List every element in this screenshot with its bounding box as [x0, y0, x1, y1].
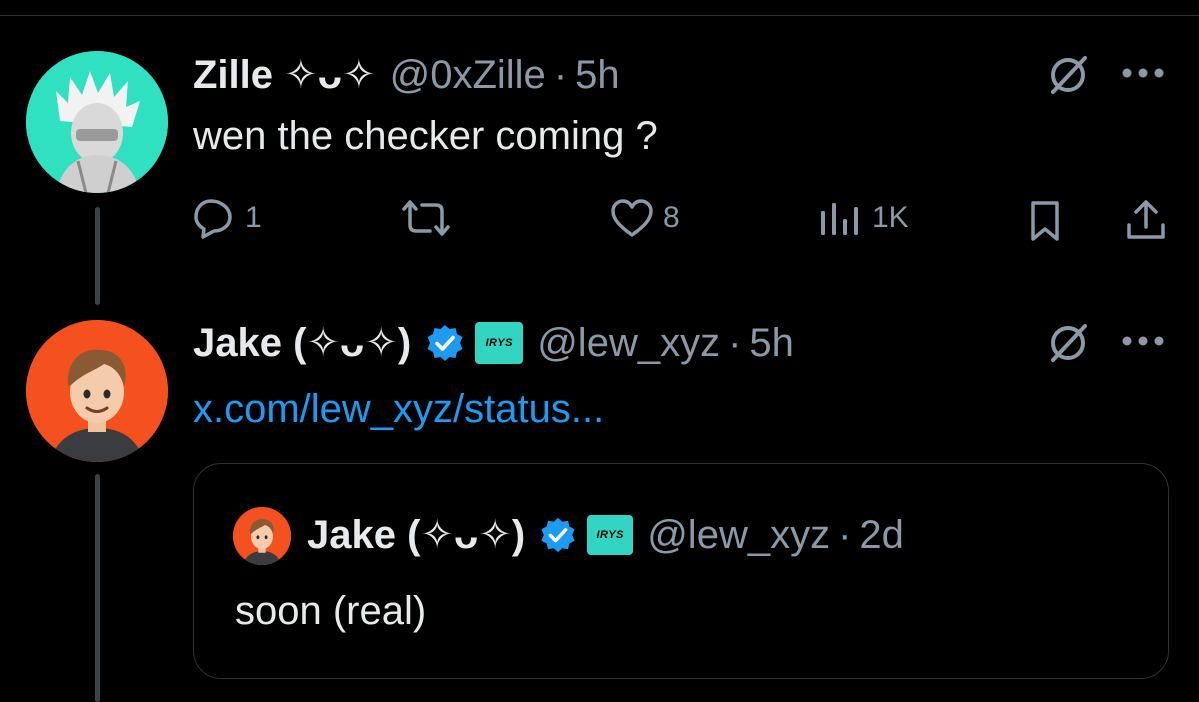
reply-action[interactable]: 1 — [193, 198, 262, 239]
avatar-zille-image — [26, 51, 168, 193]
post-status-link[interactable]: x.com/lew_xyz/status... — [193, 387, 604, 432]
reply-header: Zille ✧ᴗ✧ @0xZille · 5h — [193, 50, 620, 100]
avatar-zille[interactable] — [26, 51, 168, 193]
reply-author-name[interactable]: Zille ✧ᴗ✧ — [193, 52, 376, 98]
verified-badge-icon — [425, 323, 465, 363]
separator-dot: · — [728, 320, 742, 365]
post-author-name[interactable]: Jake (✧ᴗ✧) — [193, 320, 411, 366]
grok-icon[interactable] — [1043, 320, 1093, 366]
brand-badge-icon: IRYS — [587, 515, 634, 555]
reply-author-handle[interactable]: @0xZille — [390, 53, 546, 98]
bookmark-icon[interactable] — [1025, 198, 1065, 244]
heart-icon — [611, 199, 653, 237]
quote-author-name: Jake (✧ᴗ✧) — [307, 513, 526, 557]
reply-text: wen the checker coming ? — [193, 114, 658, 158]
views-count: 1K — [872, 201, 909, 234]
separator-dot: · — [838, 512, 852, 557]
post-timestamp[interactable]: 5h — [749, 321, 794, 366]
repost-icon — [402, 200, 450, 236]
post-header: Jake (✧ᴗ✧) IRYS @lew_xyz · 5h — [193, 318, 794, 368]
more-options-icon[interactable] — [1118, 326, 1168, 356]
more-options-icon[interactable] — [1118, 58, 1168, 88]
quoted-tweet-card[interactable] — [193, 463, 1169, 679]
quote-avatar-jake[interactable] — [233, 507, 291, 565]
reply-timestamp[interactable]: 5h — [575, 53, 620, 98]
like-count: 8 — [663, 201, 680, 234]
quote-author-handle: @lew_xyz — [647, 512, 831, 557]
quote-avatar-image — [233, 507, 291, 565]
post-author-handle[interactable]: @lew_xyz — [537, 321, 720, 366]
share-icon[interactable] — [1122, 196, 1170, 244]
thread-line-lower — [95, 474, 100, 702]
quote-header: Jake (✧ᴗ✧) IRYS @lew_xyz · 2d — [307, 510, 904, 560]
repost-action[interactable] — [398, 198, 462, 238]
grok-icon[interactable] — [1043, 52, 1093, 98]
reply-icon — [194, 199, 232, 239]
reply-count: 1 — [245, 201, 262, 234]
brand-badge-icon[interactable]: IRYS — [475, 322, 524, 364]
brand-badge-label: IRYS — [596, 529, 624, 541]
quote-timestamp: 2d — [859, 512, 904, 557]
separator-dot: · — [553, 52, 568, 97]
views-action[interactable]: 1K — [818, 198, 909, 238]
avatar-jake[interactable] — [26, 320, 168, 462]
thread-line-upper — [95, 207, 100, 305]
verified-badge-icon — [539, 516, 577, 554]
views-icon — [821, 203, 858, 235]
brand-badge-label: IRYS — [485, 337, 513, 349]
top-divider — [0, 15, 1199, 16]
like-action[interactable]: 8 — [609, 198, 680, 238]
avatar-jake-image — [26, 320, 168, 462]
quote-text: soon (real) — [235, 589, 427, 633]
